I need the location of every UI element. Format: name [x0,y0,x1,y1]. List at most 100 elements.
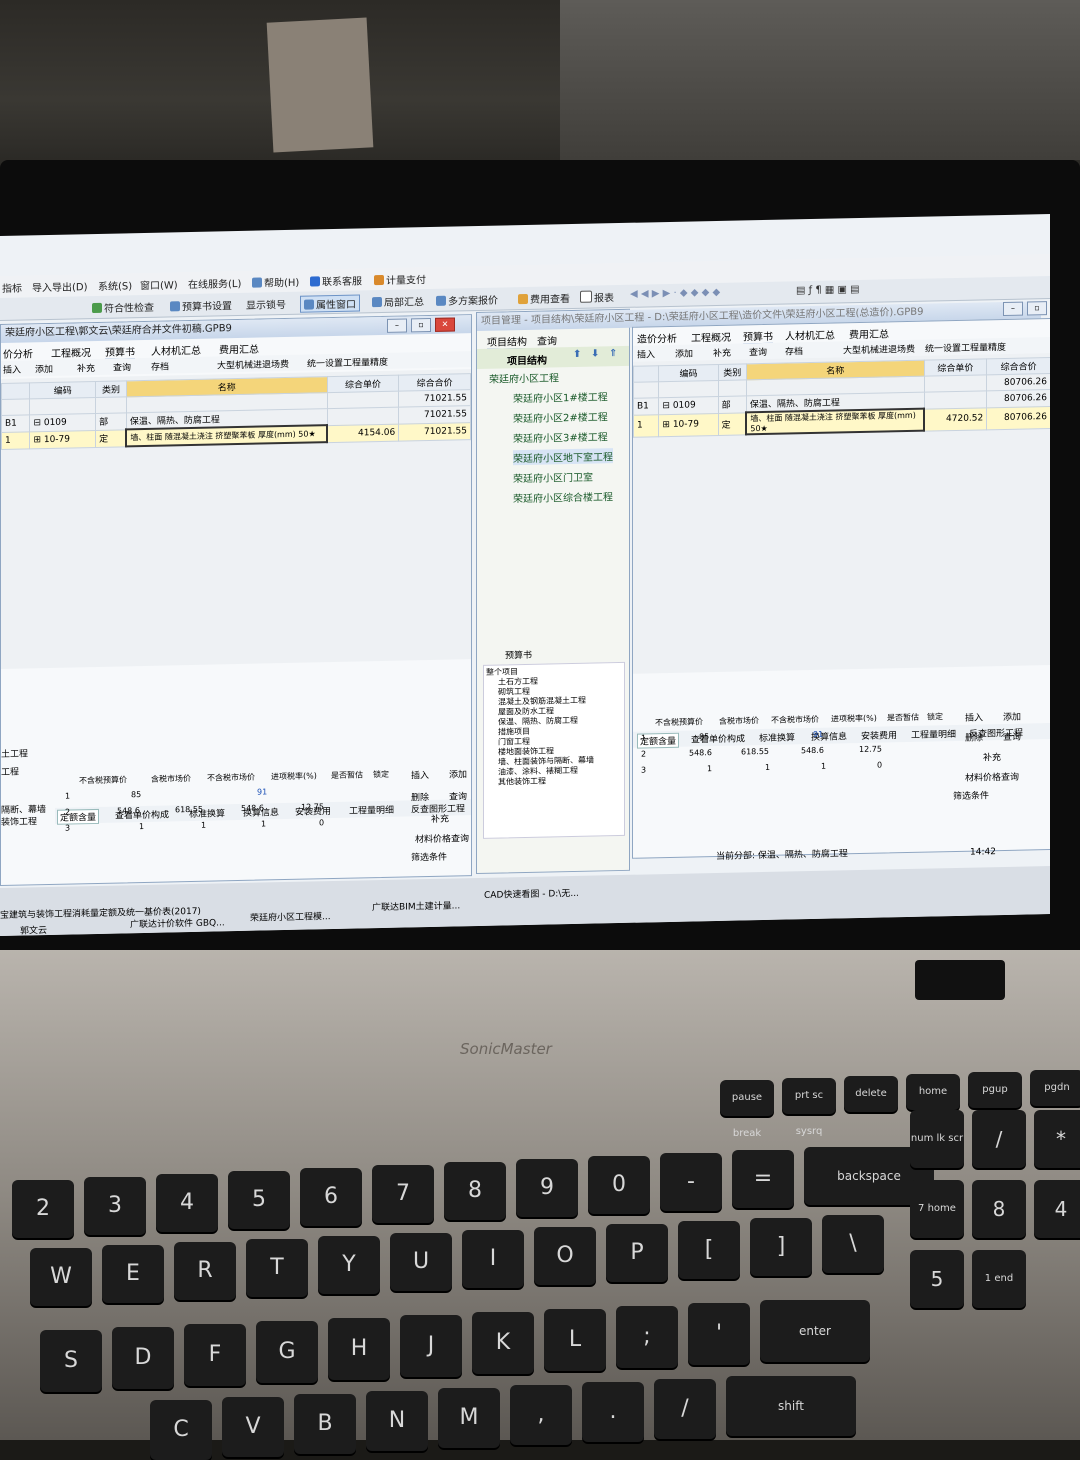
nav-arrows-icon[interactable]: ◀ ◀ ▶ ▶ · ◆ ◆ ◆ ◆ [630,287,720,300]
tab-query[interactable]: 查询 [537,332,557,347]
tab-price-analysis[interactable]: 价分析 [3,345,33,361]
taskbar-item[interactable]: 广联达计价软件 GBQ... [130,915,225,930]
name-cell-editing[interactable]: 墙、柱面 随混凝土浇注 挤塑聚苯板 厚度(mm) 50★ [126,425,328,447]
side-add-button[interactable]: 添加 [449,767,467,780]
outline-item[interactable]: 土石方工程 [498,677,538,688]
key-O[interactable]: O [534,1227,596,1285]
key-D[interactable]: D [112,1327,174,1389]
tree-item-root[interactable]: 荣廷府小区工程 [489,369,559,385]
key-Y[interactable]: Y [318,1236,380,1294]
key-R[interactable]: R [174,1242,236,1300]
tree-item[interactable]: 荣廷府小区综合楼工程 [513,488,613,505]
key-=[interactable]: = [732,1150,794,1208]
key-4[interactable]: 4 [156,1174,218,1232]
taskbar-item[interactable]: CAD快速看图 - D:\无... [484,886,579,901]
key-num-lk-scr-lk[interactable]: num lk scr lk [910,1110,964,1202]
side-insert-button[interactable]: 插入 [965,710,983,723]
supplement-button[interactable]: 补充 [713,346,731,359]
key-/[interactable]: / [654,1379,716,1439]
left-stub-item[interactable]: 装饰工程 [1,814,37,828]
key-U[interactable]: U [390,1233,452,1291]
minimize-button[interactable]: – [1003,301,1023,316]
key-F[interactable]: F [184,1324,246,1386]
key-7-home[interactable]: 7 home [910,1180,964,1238]
menu-item-import-export[interactable]: 导入导出(D) [32,278,88,294]
key-/[interactable]: / [972,1110,1026,1168]
expand-icon[interactable]: ⊞ [33,435,43,445]
move-up-icon[interactable]: ⬆ [573,349,581,360]
key-;[interactable]: ; [616,1306,678,1368]
side-add-button[interactable]: 添加 [1003,710,1021,723]
key-4[interactable]: 4 [1034,1180,1080,1238]
add-button[interactable]: 添加 [35,362,53,375]
menu-item-measurement-pay[interactable]: 计量支付 [374,271,426,287]
fee-view-button[interactable]: 费用查看 [518,290,570,306]
outline-item[interactable]: 保温、隔热、防腐工程 [498,716,578,728]
show-lock-button[interactable]: 显示锁号 [246,296,286,312]
key-*[interactable]: * [1034,1110,1080,1168]
key-8[interactable]: 8 [444,1162,506,1220]
left-stub-item[interactable]: 土工程 [1,746,28,760]
collapse-icon[interactable]: ⊟ [33,418,43,428]
outline-item[interactable]: 门窗工程 [498,737,530,748]
side-delete-button[interactable]: 删除 [965,730,983,743]
key-L[interactable]: L [544,1309,606,1371]
side-query-button[interactable]: 查询 [449,789,467,802]
key-6[interactable]: 6 [300,1168,362,1226]
key-E[interactable]: E [102,1245,164,1303]
key--[interactable]: - [660,1153,722,1211]
menu-item-online-service[interactable]: 在线服务(L) [188,275,241,291]
machinery-fee-button[interactable]: 大型机械进退场费 [843,342,915,357]
taskbar-item[interactable]: 广联达BIM土建计量... [372,898,460,913]
key-9[interactable]: 9 [516,1159,578,1217]
move-down-icon[interactable]: ⬇ [591,348,599,359]
key-G[interactable]: G [256,1321,318,1383]
tree-item[interactable]: 荣廷府小区2#楼工程 [513,408,608,425]
side-delete-button[interactable]: 删除 [411,790,429,803]
insert-button[interactable]: 插入 [637,347,655,360]
side-supplement-button[interactable]: 补充 [983,750,1001,763]
key-1-end[interactable]: 1 end [972,1250,1026,1308]
property-window-button[interactable]: 属性窗口 [300,294,360,313]
key-home[interactable]: home [906,1074,960,1110]
key-5[interactable]: 5 [228,1171,290,1229]
left-stub-item[interactable]: 工程 [1,765,19,778]
outline-item[interactable]: 其他装饰工程 [498,777,546,788]
key-S[interactable]: S [40,1330,102,1392]
tab-fee-summary[interactable]: 费用汇总 [849,325,889,341]
key-I[interactable]: I [462,1230,524,1288]
tab-fee-summary[interactable]: 费用汇总 [219,341,259,357]
expand-icon[interactable]: ⊞ [662,420,672,430]
key-pause-break[interactable]: pause break [720,1080,774,1139]
key-shift[interactable]: shift [726,1376,856,1436]
outline-item[interactable]: 整个项目 [486,667,518,678]
key-prt-sc-sysrq[interactable]: prt sc sysrq [782,1078,836,1137]
menu-item-index[interactable]: 指标 [2,280,22,295]
machinery-fee-button[interactable]: 大型机械进退场费 [217,357,289,372]
side-supplement-button[interactable]: 补充 [431,812,449,825]
precision-setting-button[interactable]: 统一设置工程量精度 [925,340,1006,355]
tree-item[interactable]: 荣廷府小区门卫室 [513,469,593,486]
collapse-all-icon[interactable]: ⇑ [609,348,617,359]
key-][interactable]: ] [750,1218,812,1276]
filter-condition-button[interactable]: 筛选条件 [953,788,989,802]
supplement-button[interactable]: 补充 [77,361,95,374]
material-price-query-button[interactable]: 材料价格查询 [415,831,469,845]
key-'[interactable]: ' [688,1303,750,1365]
tool-icons[interactable]: ▤ ƒ ¶ ▦ ▣ ▤ [796,284,860,296]
precision-setting-button[interactable]: 统一设置工程量精度 [307,355,388,370]
key-7[interactable]: 7 [372,1165,434,1223]
outline-item[interactable]: 措施项目 [498,727,530,738]
report-button[interactable]: 报表 [580,289,614,305]
menu-item-help[interactable]: 帮助(H) [252,274,299,290]
key-5[interactable]: 5 [910,1250,964,1308]
key-8[interactable]: 8 [972,1180,1026,1238]
filter-condition-button[interactable]: 筛选条件 [411,850,447,864]
key-pgdn[interactable]: pgdn [1030,1070,1080,1106]
outline-item[interactable]: 砌筑工程 [498,687,530,698]
key-3[interactable]: 3 [84,1177,146,1235]
key-,[interactable]: , [510,1385,572,1445]
menu-item-contact-service[interactable]: 联系客服 [310,272,362,288]
name-cell-editing[interactable]: 墙、柱面 随混凝土浇注 挤塑聚苯板 厚度(mm) 50★ [746,408,925,435]
key-J[interactable]: J [400,1315,462,1377]
